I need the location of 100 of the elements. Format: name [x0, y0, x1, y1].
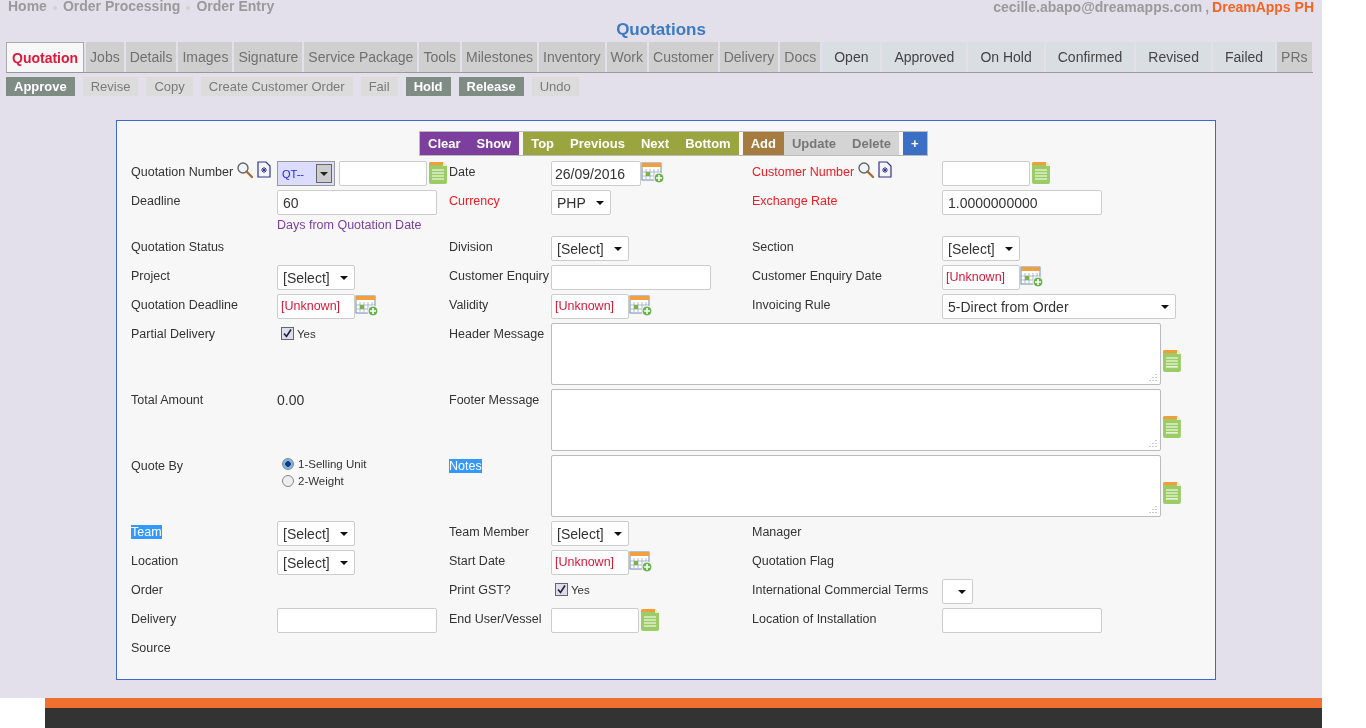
field-label: Quotation Status: [131, 240, 225, 254]
date-field[interactable]: [Unknown]: [551, 294, 629, 319]
toolbar-button[interactable]: Show: [468, 132, 520, 155]
caret-icon: [595, 200, 604, 205]
tab[interactable]: Approved: [882, 42, 967, 72]
toolbar-button[interactable]: Add: [742, 132, 784, 155]
resize-grip-icon[interactable]: [1149, 505, 1158, 513]
field-label: Team: [131, 525, 162, 539]
field-label: Customer Enquiry: [449, 269, 550, 283]
toolbar-button[interactable]: Previous: [562, 132, 633, 155]
select-field[interactable]: PHP: [551, 190, 611, 215]
field-label: Section: [752, 240, 794, 254]
date-field[interactable]: 26/09/2016: [551, 161, 641, 186]
toolbar-button[interactable]: +: [903, 132, 927, 155]
tab[interactable]: Revised: [1136, 42, 1211, 72]
resize-grip-icon[interactable]: [1149, 439, 1158, 447]
tab[interactable]: Confirmed: [1045, 42, 1135, 72]
input-field[interactable]: [277, 608, 437, 633]
caret-icon: [958, 589, 966, 594]
prefix-select[interactable]: QT--: [277, 161, 335, 186]
field-label: Deadline: [131, 194, 181, 208]
calendar-add-icon[interactable]: [355, 295, 379, 317]
action-button[interactable]: Hold: [405, 77, 451, 96]
select-field[interactable]: [Select]: [277, 550, 355, 575]
select-field[interactable]: [Select]: [551, 521, 629, 546]
select-field[interactable]: [942, 579, 973, 604]
input-field[interactable]: [942, 608, 1102, 633]
calendar-add-icon[interactable]: [641, 162, 665, 184]
resize-grip-icon[interactable]: [1149, 373, 1158, 381]
note-icon[interactable]: [1162, 481, 1182, 505]
note-icon[interactable]: [640, 608, 660, 632]
field-label: Customer Number: [752, 165, 855, 179]
breadcrumb-link[interactable]: Order Processing: [62, 0, 181, 14]
field-label: Start Date: [449, 554, 506, 568]
checkbox[interactable]: [281, 327, 294, 340]
input-field[interactable]: 60: [277, 190, 437, 215]
field-label: Quotation Deadline: [131, 298, 239, 312]
date-field[interactable]: [Unknown]: [942, 265, 1020, 290]
caret-icon: [339, 531, 348, 536]
radio-button[interactable]: [282, 475, 294, 487]
field-label: Project: [131, 269, 170, 283]
calendar-add-icon[interactable]: [1020, 266, 1044, 288]
field-label: Source: [131, 641, 171, 655]
toolbar-button[interactable]: Next: [633, 132, 678, 155]
caret-icon: [339, 275, 348, 280]
input-field[interactable]: [339, 161, 427, 186]
date-field[interactable]: [Unknown]: [551, 550, 629, 575]
breadcrumb-separator-icon: [186, 5, 191, 10]
field-label: Order: [131, 583, 163, 597]
field-label: Customer Enquiry Date: [752, 269, 882, 283]
text-area[interactable]: [551, 455, 1162, 517]
new-document-icon[interactable]: [257, 161, 272, 178]
tab[interactable]: Failed: [1212, 42, 1276, 72]
new-document-icon[interactable]: [878, 161, 893, 178]
input-field[interactable]: [551, 265, 711, 290]
field-label: Location: [131, 554, 179, 568]
field-label: Quotation Flag: [752, 554, 834, 568]
radio-button[interactable]: [282, 458, 294, 470]
note-icon[interactable]: [428, 161, 448, 185]
caret-icon: [1004, 246, 1013, 251]
checkbox-label: Yes: [297, 328, 316, 340]
breadcrumb-link[interactable]: Order Entry: [196, 0, 275, 14]
search-icon[interactable]: [857, 161, 876, 179]
select-field[interactable]: [Select]: [277, 521, 355, 546]
input-field[interactable]: [551, 608, 639, 633]
breadcrumb-separator-icon: [52, 5, 57, 10]
field-label: Currency: [449, 194, 500, 208]
select-field[interactable]: 5-Direct from Order: [942, 294, 1176, 319]
breadcrumb-link[interactable]: Home: [8, 0, 47, 14]
tab[interactable]: Quotation: [6, 42, 85, 72]
text-area[interactable]: [551, 389, 1162, 451]
select-field[interactable]: [Select]: [277, 265, 355, 290]
calendar-add-icon[interactable]: [629, 551, 653, 573]
select-field[interactable]: [Select]: [551, 236, 629, 261]
calendar-add-icon[interactable]: [629, 295, 653, 317]
input-field[interactable]: [942, 161, 1030, 186]
field-label: Validity: [449, 298, 489, 312]
toolbar-button[interactable]: Bottom: [677, 132, 739, 155]
note-icon[interactable]: [1162, 415, 1182, 439]
text-area[interactable]: [551, 323, 1162, 385]
date-field[interactable]: [Unknown]: [277, 294, 355, 319]
amount-value: 0.00: [277, 391, 305, 408]
action-button[interactable]: Release: [458, 77, 524, 96]
tab[interactable]: Open: [822, 42, 881, 72]
field-label: Invoicing Rule: [752, 298, 831, 312]
field-label: International Commercial Terms: [752, 583, 929, 597]
field-label: Notes: [449, 459, 482, 473]
note-icon[interactable]: [1031, 161, 1051, 185]
select-field[interactable]: [Select]: [942, 236, 1020, 261]
note-icon[interactable]: [1162, 349, 1182, 373]
toolbar-button[interactable]: Top: [523, 132, 563, 155]
checkbox[interactable]: [555, 583, 568, 596]
toolbar-button[interactable]: Clear: [420, 132, 469, 155]
checkbox-label: Yes: [571, 584, 590, 596]
action-button[interactable]: Approve: [6, 77, 75, 96]
input-field[interactable]: 1.0000000000: [942, 190, 1102, 215]
field-label: Location of Installation: [752, 612, 877, 626]
tab[interactable]: On Hold: [968, 42, 1044, 72]
search-icon[interactable]: [236, 161, 255, 179]
field-label: Date: [449, 165, 476, 179]
